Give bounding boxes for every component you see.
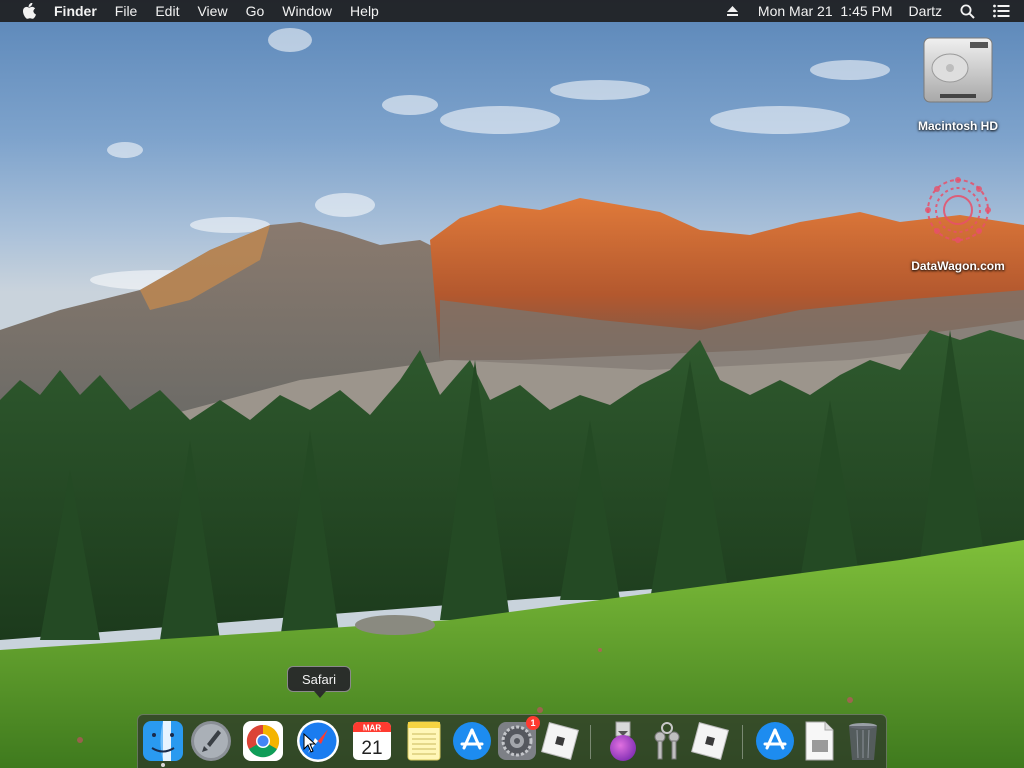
dock-separator <box>590 725 591 759</box>
desktop-icon-label: Macintosh HD <box>917 119 998 133</box>
dock-item-calendar[interactable]: MAR 21 <box>350 719 394 763</box>
apple-menu-icon[interactable] <box>20 0 38 22</box>
roblox-studio-icon <box>691 722 729 760</box>
app-store-download-icon <box>756 722 794 760</box>
trash-icon <box>849 723 877 760</box>
spotlight-search-icon[interactable] <box>958 0 976 22</box>
roblox-icon <box>541 722 579 760</box>
keychain-icon <box>654 722 680 760</box>
dock-item-app-store[interactable] <box>450 719 494 763</box>
dock-item-document[interactable] <box>797 719 841 763</box>
mouse-pointer-icon <box>303 732 317 758</box>
desktop-icon-datawagon[interactable]: DataWagon.com <box>903 170 1013 273</box>
dock-separator <box>742 725 743 759</box>
datawagon-logo-icon <box>918 170 998 255</box>
eject-icon[interactable] <box>724 0 742 22</box>
dock-item-notes[interactable] <box>402 719 446 763</box>
dock: MAR 21 1 <box>137 714 887 768</box>
mountain-landscape-image <box>0 28 1024 768</box>
menu-bar-clock[interactable]: Mon Mar 21 1:45 PM <box>750 0 901 22</box>
menu-bar-status-area: Mon Mar 21 1:45 PM Dartz <box>716 0 1024 22</box>
dock-item-finder[interactable] <box>141 719 185 767</box>
calendar-month: MAR <box>363 724 381 733</box>
chrome-icon <box>243 721 283 761</box>
desktop-icon-macintosh-hd[interactable]: Macintosh HD <box>903 34 1013 133</box>
dock-item-keychain-access[interactable] <box>645 719 689 763</box>
dock-item-installer[interactable] <box>601 719 645 763</box>
installer-icon <box>610 721 636 761</box>
app-store-icon <box>453 722 491 760</box>
menu-view[interactable]: View <box>188 0 236 22</box>
menu-edit[interactable]: Edit <box>146 0 188 22</box>
menu-bar: Finder File Edit View Go Window Help Mon… <box>0 0 1024 22</box>
tooltip-text: Safari <box>302 671 336 687</box>
menu-app-finder[interactable]: Finder <box>54 0 106 22</box>
launchpad-icon <box>191 721 231 761</box>
running-indicator <box>161 763 165 767</box>
user-account-menu[interactable]: Dartz <box>901 0 950 22</box>
menu-go[interactable]: Go <box>237 0 274 22</box>
notification-center-icon[interactable] <box>992 0 1010 22</box>
dock-item-launchpad[interactable] <box>189 719 233 763</box>
hard-drive-icon <box>920 34 996 115</box>
dock-item-app-store-download[interactable] <box>753 719 797 763</box>
notes-icon <box>407 721 441 761</box>
menu-file[interactable]: File <box>106 0 147 22</box>
dock-item-roblox[interactable] <box>538 719 582 763</box>
desktop-icon-label: DataWagon.com <box>911 259 1005 273</box>
menu-help[interactable]: Help <box>341 0 388 22</box>
calendar-day: 21 <box>361 738 382 759</box>
dock-item-trash[interactable] <box>841 719 885 763</box>
document-icon <box>805 721 834 761</box>
dock-item-system-preferences[interactable]: 1 <box>495 716 540 763</box>
dock-item-chrome[interactable] <box>241 719 285 763</box>
menu-window[interactable]: Window <box>273 0 341 22</box>
dock-item-roblox-studio[interactable] <box>688 719 732 763</box>
dock-tooltip: Safari <box>287 666 351 698</box>
calendar-icon: MAR 21 <box>353 722 391 760</box>
desktop-wallpaper <box>0 0 1024 768</box>
finder-icon <box>143 721 183 761</box>
